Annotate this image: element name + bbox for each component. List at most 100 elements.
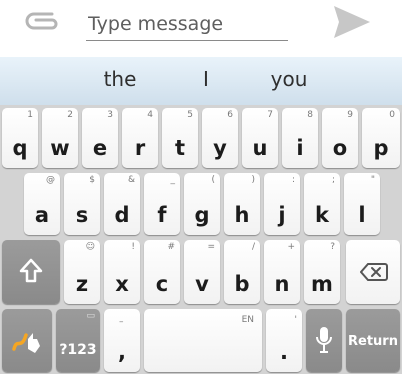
- period-key[interactable]: ' .: [266, 309, 302, 372]
- key-label: p: [373, 136, 389, 160]
- key-label: w: [50, 136, 70, 160]
- key-hint: ': [294, 315, 297, 325]
- key-hint: –: [119, 317, 124, 327]
- key-y[interactable]: 6y: [202, 108, 238, 168]
- shift-arrow-icon: [19, 258, 43, 283]
- compose-bar: [0, 0, 402, 50]
- key-n[interactable]: + n: [264, 240, 300, 304]
- key-hint: ;: [331, 175, 335, 185]
- key-label: r: [134, 136, 146, 160]
- key-s[interactable]: $ s: [64, 173, 100, 235]
- key-hint: &: [127, 175, 135, 185]
- swype-key[interactable]: [2, 309, 52, 372]
- key-t[interactable]: 5t: [162, 108, 198, 168]
- key-o[interactable]: 9o: [322, 108, 358, 168]
- key-x[interactable]: ! x: [104, 240, 140, 304]
- key-v[interactable]: = v: [184, 240, 220, 304]
- microphone-icon: [316, 327, 332, 353]
- key-label: y: [213, 136, 227, 160]
- comma-key[interactable]: – ,: [104, 309, 140, 372]
- keyboard-icon: ▭: [86, 311, 95, 321]
- key-g[interactable]: (g: [184, 173, 220, 235]
- return-label: Return: [348, 334, 398, 349]
- key-a[interactable]: @ a: [24, 173, 60, 235]
- microphone-key[interactable]: [306, 309, 342, 372]
- key-label: d: [114, 203, 130, 227]
- key-i[interactable]: 8i: [282, 108, 318, 168]
- symbols-label: ?123: [59, 342, 97, 358]
- send-arrow-icon[interactable]: [328, 2, 374, 42]
- key-label: f: [157, 203, 167, 227]
- key-z[interactable]: ☺ z: [64, 240, 100, 304]
- key-label: g: [194, 203, 210, 227]
- key-hint: _: [170, 175, 176, 185]
- space-key[interactable]: EN: [144, 309, 262, 372]
- key-hint: =: [207, 242, 215, 252]
- key-label: n: [274, 272, 290, 296]
- key-label: a: [34, 203, 50, 227]
- key-hint: !: [131, 242, 135, 252]
- key-c[interactable]: # c: [144, 240, 180, 304]
- key-label: e: [92, 136, 108, 160]
- key-hint: 5: [187, 110, 193, 120]
- key-w[interactable]: 2w: [42, 108, 78, 168]
- key-hint: 6: [227, 110, 233, 120]
- key-label: l: [358, 203, 366, 227]
- key-hint: ): [251, 175, 255, 185]
- key-p[interactable]: 0p: [362, 108, 400, 168]
- keyboard: 1q 2w 3e 4r 5t 6y 7u 8i 9o 0p @ a $ s & d _…: [0, 105, 402, 374]
- key-label: t: [174, 136, 186, 160]
- key-label: h: [234, 203, 250, 227]
- key-u[interactable]: 7u: [242, 108, 278, 168]
- key-hint: 7: [267, 110, 273, 120]
- key-e[interactable]: 3e: [82, 108, 118, 168]
- key-label: k: [315, 203, 329, 227]
- key-b[interactable]: / b: [224, 240, 260, 304]
- key-hint: 9: [347, 110, 353, 120]
- key-r[interactable]: 4r: [122, 108, 158, 168]
- key-f[interactable]: _ f: [144, 173, 180, 235]
- key-hint: +: [287, 242, 295, 252]
- key-label: o: [332, 136, 348, 160]
- key-hint: ": [370, 175, 375, 185]
- paperclip-icon[interactable]: [22, 8, 62, 34]
- key-hint: :: [291, 175, 295, 185]
- key-j[interactable]: :j: [264, 173, 300, 235]
- key-hint: (: [211, 175, 215, 185]
- key-hint: @: [46, 175, 55, 185]
- symbols-key[interactable]: ▭ ?123: [56, 309, 100, 372]
- return-key[interactable]: Return: [346, 309, 400, 372]
- key-label: .: [280, 340, 288, 364]
- key-label: c: [155, 272, 169, 296]
- key-label: u: [252, 136, 268, 160]
- swype-logo-icon: [12, 333, 40, 353]
- key-hint: 8: [307, 110, 313, 120]
- key-q[interactable]: 1q: [2, 108, 38, 168]
- key-label: b: [234, 272, 250, 296]
- shift-key[interactable]: [2, 240, 60, 304]
- key-label: j: [278, 203, 286, 227]
- key-l[interactable]: " l: [344, 173, 380, 235]
- key-label: x: [115, 272, 129, 296]
- suggestion-word[interactable]: you: [262, 67, 316, 91]
- language-hint: EN: [241, 315, 254, 325]
- key-m[interactable]: ? m: [304, 240, 340, 304]
- key-hint: 3: [107, 110, 113, 120]
- key-label: v: [195, 272, 209, 296]
- backspace-icon: [360, 263, 388, 281]
- backspace-key[interactable]: [346, 240, 400, 304]
- key-h[interactable]: ) h: [224, 173, 260, 235]
- suggestion-strip: the I you: [0, 57, 402, 105]
- suggestion-word[interactable]: I: [196, 67, 216, 91]
- key-hint: ☺: [85, 242, 95, 252]
- key-label: i: [296, 136, 304, 160]
- key-k[interactable]: ; k: [304, 173, 340, 235]
- key-hint: /: [251, 242, 255, 252]
- key-label: ,: [118, 340, 126, 364]
- key-label: s: [75, 203, 89, 227]
- key-hint: ?: [330, 242, 335, 252]
- key-hint: 4: [147, 110, 153, 120]
- message-input[interactable]: [86, 8, 288, 41]
- key-d[interactable]: & d: [104, 173, 140, 235]
- suggestion-word[interactable]: the: [98, 67, 142, 91]
